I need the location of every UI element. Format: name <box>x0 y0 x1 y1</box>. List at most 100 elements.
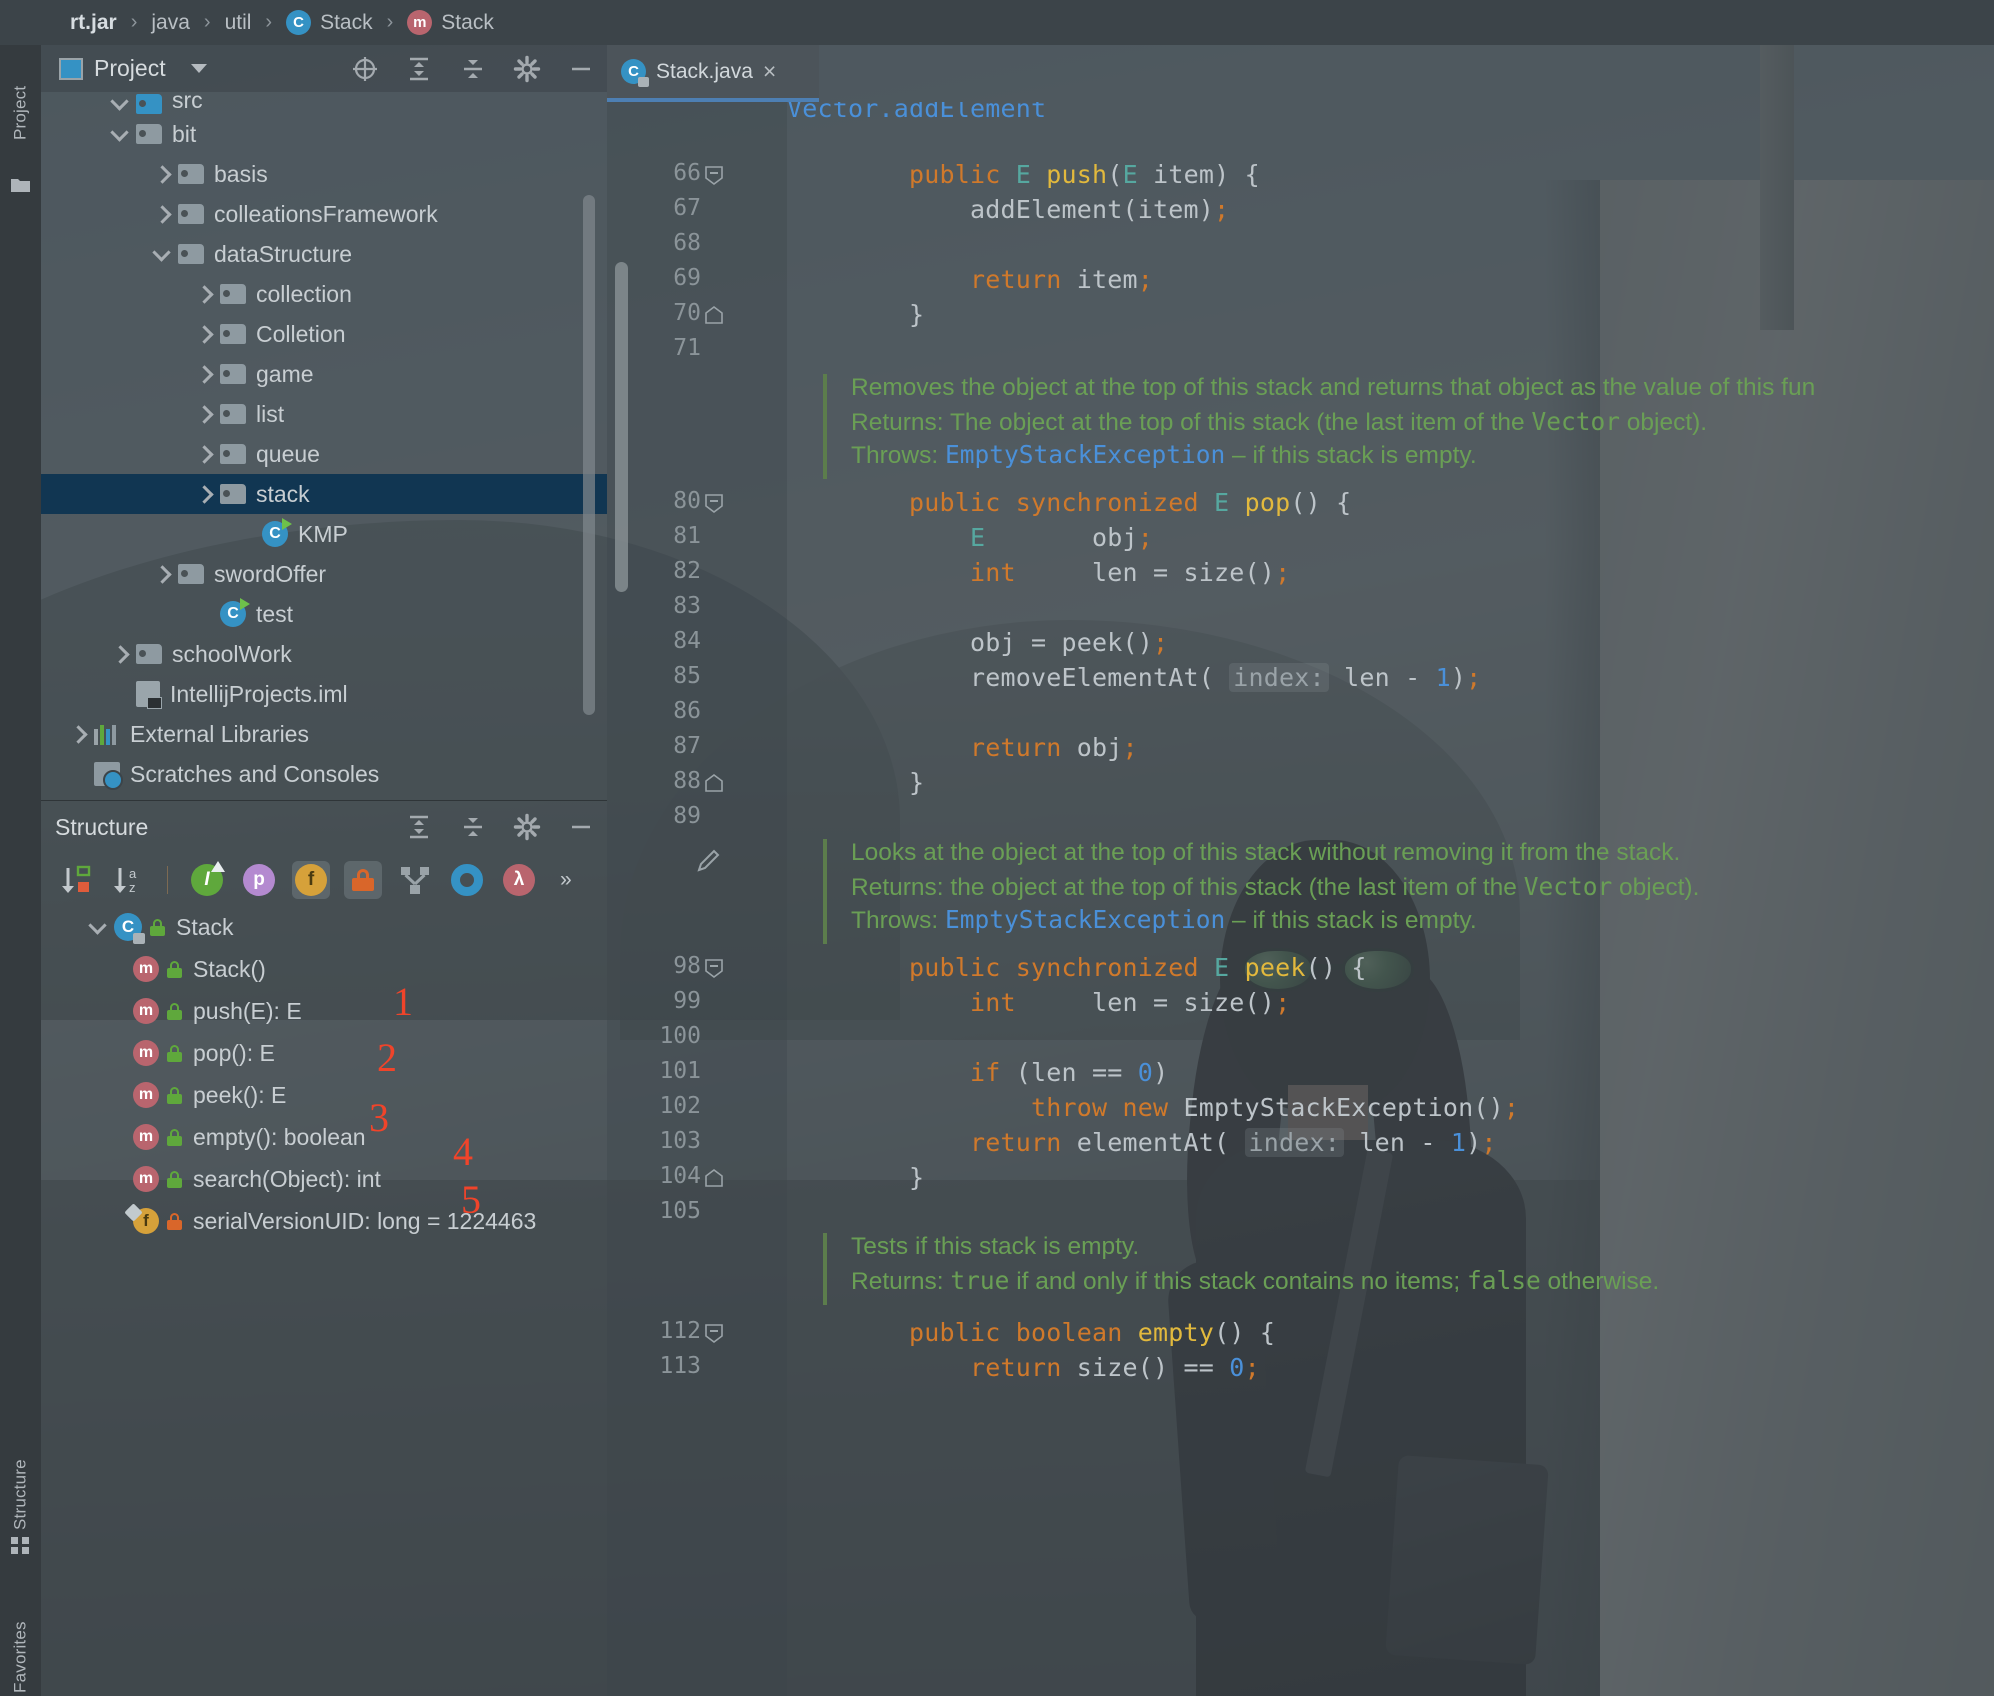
fold-end-icon[interactable] <box>703 304 725 326</box>
editor-code-content[interactable]: public E push(E item) { addElement(item)… <box>787 102 1994 1696</box>
chevron-down-icon[interactable] <box>87 916 109 938</box>
fold-end-icon[interactable] <box>703 1167 725 1189</box>
breadcrumb-item-stack-class[interactable]: C Stack <box>286 10 373 35</box>
chevron-right-icon[interactable] <box>151 203 173 225</box>
code-line[interactable]: public synchronized E pop() { <box>787 488 1351 517</box>
structure-tree-row[interactable]: m pop(): E2 <box>41 1032 607 1080</box>
project-tree-row[interactable]: src <box>41 92 607 114</box>
chevron-down-icon[interactable] <box>151 243 173 265</box>
code-line[interactable]: public E push(E item) { <box>787 160 1260 189</box>
fold-collapse-icon[interactable] <box>703 957 725 979</box>
structure-tree-row[interactable]: m Stack() <box>41 948 607 990</box>
strip-button-favorites[interactable]: Favorites <box>0 1590 41 1696</box>
project-tree-row[interactable]: Ctest <box>41 594 607 634</box>
editor-vertical-scrollbar[interactable] <box>615 262 628 592</box>
edit-pencil-icon[interactable] <box>695 847 723 875</box>
fold-collapse-icon[interactable] <box>703 492 725 514</box>
close-icon[interactable]: × <box>763 60 776 83</box>
code-line[interactable]: } <box>787 768 924 797</box>
structure-tree-row[interactable]: m peek(): E3 <box>41 1074 607 1140</box>
breadcrumb-item-rtjar[interactable]: rt.jar <box>70 11 117 35</box>
show-non-public-icon[interactable] <box>344 860 382 899</box>
code-line[interactable]: } <box>787 300 924 329</box>
gear-icon[interactable] <box>513 813 541 841</box>
show-lambdas-icon[interactable]: λ <box>500 861 538 899</box>
breadcrumb-item-stack-method[interactable]: m Stack <box>407 10 494 35</box>
chevron-right-icon[interactable] <box>193 363 215 385</box>
code-line[interactable]: return item; <box>787 265 1153 294</box>
locate-icon[interactable] <box>351 55 379 83</box>
show-hierarchy-icon[interactable] <box>396 861 434 899</box>
editor-gutter[interactable]: 66 67 68 69 70 71 80 81 82 83 84 85 86 87 88 89 98 99 100 1… <box>607 102 787 1696</box>
code-line[interactable]: public synchronized E peek() { <box>787 953 1367 982</box>
structure-tree-row[interactable]: m empty(): boolean 4 <box>41 1116 607 1174</box>
code-line[interactable]: obj = peek(); <box>787 628 1168 657</box>
project-tree-row[interactable]: IntellijProjects.iml <box>41 674 607 714</box>
structure-tree-row[interactable]: C Stack <box>41 906 607 948</box>
structure-tree-row[interactable]: f serialVersionUID: long = 1224463 <box>41 1200 607 1242</box>
show-anonymous-icon[interactable] <box>448 861 486 899</box>
collapse-all-icon[interactable] <box>459 813 487 841</box>
hide-icon[interactable] <box>567 813 595 841</box>
project-tree-row[interactable]: game <box>41 354 607 394</box>
code-line[interactable]: return elementAt( index: len - 1); <box>787 1128 1497 1157</box>
chevron-down-icon[interactable] <box>109 123 131 145</box>
code-line[interactable]: return size() == 0; <box>787 1353 1260 1382</box>
gear-icon[interactable] <box>513 55 541 83</box>
project-title-group[interactable]: Project <box>41 55 207 82</box>
code-line[interactable]: return obj; <box>787 733 1138 762</box>
project-tree-row[interactable]: swordOffer <box>41 554 607 594</box>
hide-icon[interactable] <box>567 55 595 83</box>
fold-collapse-icon[interactable] <box>703 164 725 186</box>
project-tree-row[interactable]: Scratches and Consoles <box>41 754 607 794</box>
project-tree-row[interactable]: list <box>41 394 607 434</box>
code-line[interactable]: throw new EmptyStackException(); <box>787 1093 1519 1122</box>
chevron-right-icon[interactable] <box>193 443 215 465</box>
chevron-right-icon[interactable] <box>193 483 215 505</box>
fold-end-icon[interactable] <box>703 772 725 794</box>
collapse-all-icon[interactable] <box>459 55 487 83</box>
expand-all-icon[interactable] <box>405 813 433 841</box>
code-line[interactable]: addElement(item); <box>787 195 1229 224</box>
breadcrumb-item-java[interactable]: java <box>151 11 190 35</box>
project-tree-row[interactable]: basis <box>41 154 607 194</box>
code-line[interactable]: public boolean empty() { <box>787 1318 1275 1347</box>
show-fields-icon[interactable]: f <box>292 860 330 899</box>
chevron-down-icon[interactable] <box>190 64 207 73</box>
sort-by-visibility-icon[interactable] <box>57 861 95 899</box>
show-inherited-icon[interactable]: I <box>188 860 226 899</box>
code-line[interactable]: E obj; <box>787 523 1153 552</box>
structure-tree-row[interactable]: m search(Object): int 5 <box>41 1158 607 1222</box>
project-tree-row[interactable]: dataStructure <box>41 234 607 274</box>
code-line[interactable]: int len = size(); <box>787 988 1290 1017</box>
project-tree-row[interactable]: collection <box>41 274 607 314</box>
structure-tree[interactable]: C Stack m Stack() m push(E): E 1 m pop(): E 2 m pee… <box>41 906 607 1242</box>
project-tree-row[interactable]: colleationsFramework <box>41 194 607 234</box>
show-properties-icon[interactable]: p <box>240 861 278 899</box>
sort-alphabetically-icon[interactable]: az <box>109 861 147 899</box>
project-tree-row[interactable]: schoolWork <box>41 634 607 674</box>
chevron-right-icon[interactable] <box>151 163 173 185</box>
project-tree-row[interactable]: queue <box>41 434 607 474</box>
chevron-right-icon[interactable] <box>109 643 131 665</box>
chevron-right-icon[interactable] <box>193 283 215 305</box>
code-line[interactable]: removeElementAt( index: len - 1); <box>787 663 1481 692</box>
tab-stack-java[interactable]: C Stack.java × <box>607 45 819 102</box>
chevron-right-icon[interactable] <box>67 723 89 745</box>
chevron-right-icon[interactable] <box>193 323 215 345</box>
chevron-right-icon[interactable] <box>193 403 215 425</box>
project-tree-row[interactable]: External Libraries <box>41 714 607 754</box>
structure-tree-row[interactable]: m push(E): E 1 <box>41 979 607 1032</box>
project-tree[interactable]: src bit basis colleationsFramework dataStruc… <box>41 92 607 800</box>
code-line[interactable]: } <box>787 1163 924 1192</box>
project-tree-row[interactable]: C KMP <box>41 514 607 554</box>
project-tree-row[interactable]: Colletion <box>41 314 607 354</box>
project-tree-row[interactable]: stack <box>41 474 607 514</box>
chevron-right-icon[interactable] <box>151 563 173 585</box>
code-line[interactable]: if (len == 0) <box>787 1058 1168 1087</box>
toolbar-overflow-button[interactable]: » <box>560 868 572 892</box>
strip-button-project[interactable]: Project <box>0 53 41 173</box>
fold-collapse-icon[interactable] <box>703 1322 725 1344</box>
project-tree-row[interactable]: bit <box>41 114 607 154</box>
chevron-down-icon[interactable] <box>109 92 131 114</box>
